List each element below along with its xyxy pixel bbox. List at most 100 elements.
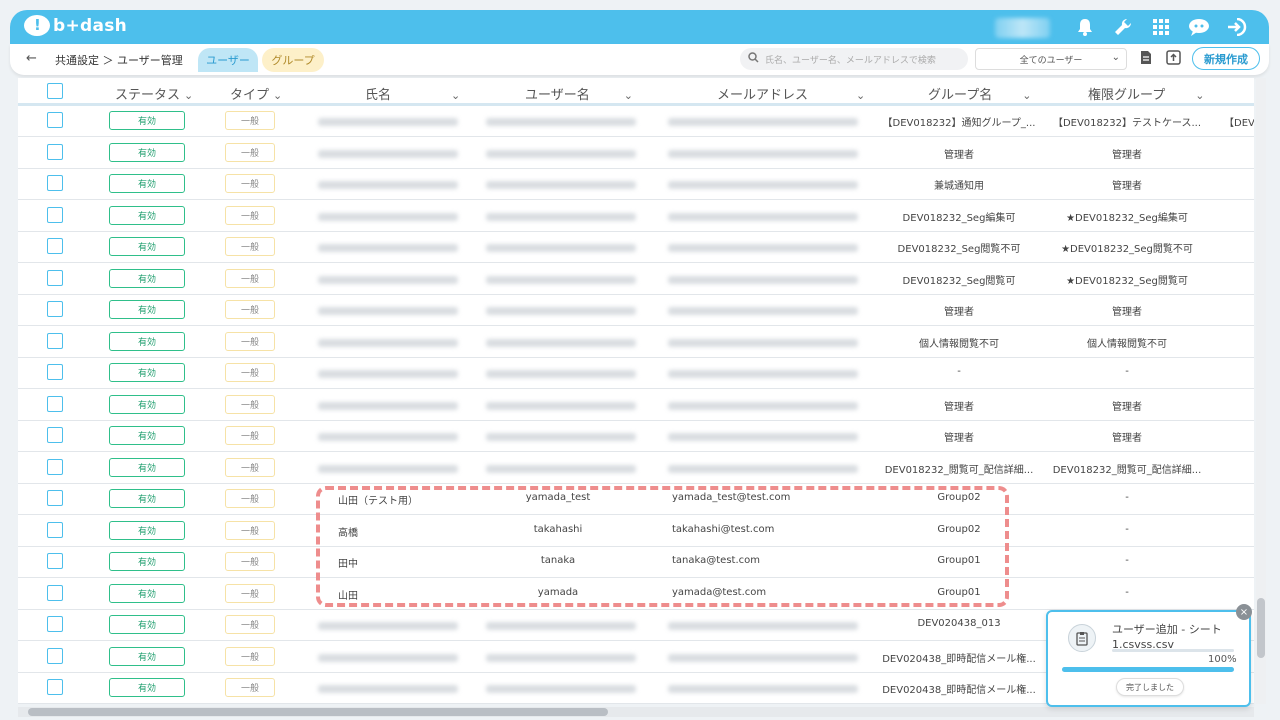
cell-name-blurred [318, 275, 458, 284]
row-checkbox[interactable] [47, 553, 63, 569]
user-filter-select[interactable]: 全てのユーザー ⌄ [975, 48, 1127, 70]
cell-username-blurred [486, 370, 636, 378]
row-checkbox[interactable] [47, 679, 63, 695]
logo-text: b+dash [53, 15, 128, 36]
row-checkbox[interactable] [47, 521, 63, 538]
column-header-email[interactable]: メールアドレス ⌄ [717, 84, 865, 103]
chat-bot-icon[interactable] [1187, 15, 1211, 39]
cell-username-blurred [486, 181, 636, 189]
table-row[interactable]: 有効 一般 管理者 管理者 [18, 421, 1254, 452]
tab-users[interactable]: ユーザー [198, 48, 258, 72]
type-badge: 一般 [225, 174, 275, 193]
app-logo[interactable]: b+dash [24, 15, 127, 36]
row-checkbox[interactable] [47, 301, 63, 317]
bell-icon[interactable] [1073, 15, 1097, 39]
chevron-down-icon: ⌄ [1195, 89, 1205, 102]
cell-permission-group: 管理者 [1112, 149, 1142, 161]
top-icon-group [1073, 15, 1249, 39]
column-header-status[interactable]: ステータス ⌄ [115, 84, 193, 103]
column-label: 権限グループ [1088, 88, 1166, 103]
row-checkbox[interactable] [47, 458, 63, 475]
horizontal-scroll-thumb[interactable] [28, 708, 608, 716]
cell-group: DEV018232_Seg閲覧可 [902, 275, 1016, 287]
cell-username-blurred [486, 275, 636, 284]
cell-permission-group: - [1125, 492, 1129, 503]
cell-email-blurred [668, 433, 858, 441]
column-header-name[interactable]: 氏名 ⌄ [365, 84, 460, 103]
type-badge: 一般 [225, 394, 275, 414]
vertical-scroll-thumb[interactable] [1257, 598, 1265, 658]
table-header: ステータス ⌄ タイプ ⌄ 氏名 ⌄ ユーザー名 ⌄ メールアドレス ⌄ グループ名 ⌄ 権… [18, 78, 1254, 106]
row-checkbox[interactable] [47, 143, 63, 160]
cell-email-blurred [668, 275, 858, 284]
row-checkbox[interactable] [47, 269, 63, 286]
row-checkbox[interactable] [47, 584, 63, 601]
status-badge: 有効 [109, 142, 185, 162]
select-all-checkbox[interactable] [47, 83, 63, 99]
row-checkbox[interactable] [47, 112, 63, 128]
row-checkbox[interactable] [47, 332, 63, 349]
document-icon[interactable] [1140, 50, 1152, 69]
row-checkbox[interactable] [47, 427, 63, 443]
row-checkbox[interactable] [47, 647, 63, 664]
cell-group: 【DEV018232】通知グループ_... [882, 118, 1036, 129]
status-badge: 有効 [109, 457, 185, 477]
row-checkbox[interactable] [47, 364, 63, 380]
column-header-group[interactable]: グループ名 ⌄ [928, 84, 1031, 103]
column-header-type[interactable]: タイプ ⌄ [230, 84, 282, 103]
column-label: ユーザー名 [525, 88, 590, 103]
create-new-button[interactable]: 新規作成 [1192, 47, 1260, 70]
table-row[interactable]: 有効 一般 DEV018232_Seg閲覧不可 ★DEV018232_Seg閲覧不可 [18, 232, 1254, 263]
table-row[interactable]: 有効 一般 個人情報閲覧不可 個人情報閲覧不可 [18, 327, 1254, 358]
horizontal-scrollbar[interactable] [18, 707, 1254, 717]
back-arrow-icon[interactable]: ← [26, 51, 37, 66]
logout-icon[interactable] [1225, 15, 1249, 39]
column-label: メールアドレス [717, 88, 809, 103]
cell-group: DEV018232_閲覧可_配信詳細... [884, 464, 1034, 476]
table-row[interactable]: 有効 一般 DEV018232_Seg編集可 ★DEV018232_Seg編集可 [18, 201, 1254, 232]
cell-username-blurred [486, 149, 636, 158]
search-input[interactable]: 氏名、ユーザー名、メールアドレスで検索 [740, 48, 968, 70]
complete-button[interactable]: 完了しました [1116, 678, 1184, 696]
table-row[interactable]: 有効 一般 DEV018232_Seg閲覧可 ★DEV018232_Seg閲覧可 [18, 264, 1254, 295]
upload-icon[interactable] [1166, 50, 1181, 69]
row-checkbox[interactable] [47, 490, 63, 506]
chevron-down-icon: ⌄ [623, 89, 633, 102]
table-row[interactable]: 有効 一般 - - [18, 358, 1254, 389]
grid-icon[interactable] [1149, 15, 1173, 39]
type-badge: 一般 [225, 646, 275, 666]
status-badge: 有効 [109, 237, 185, 256]
cell-email-blurred [668, 307, 858, 315]
table-row[interactable]: 有効 一般 【DEV018232】通知グループ_... 【DEV018232】テストケ… [18, 106, 1254, 137]
table-row[interactable]: 有効 一般 兼城通知用 管理者 [18, 169, 1254, 200]
row-checkbox[interactable] [47, 395, 63, 412]
row-checkbox[interactable] [47, 238, 63, 254]
close-icon[interactable]: × [1236, 604, 1252, 620]
cell-permission-group: - [1125, 586, 1129, 598]
cell-permission-group: ★DEV018232_Seg閲覧不可 [1061, 244, 1193, 255]
row-checkbox[interactable] [47, 206, 63, 223]
cell-username-blurred [486, 433, 636, 441]
cell-group: 管理者 [944, 433, 974, 444]
table-row[interactable]: 有効 一般 管理者 管理者 [18, 390, 1254, 421]
cell-username-blurred [486, 685, 636, 693]
wrench-icon[interactable] [1111, 15, 1135, 39]
status-badge: 有効 [109, 268, 185, 288]
chevron-down-icon: ⌄ [1111, 52, 1120, 63]
user-name-blurred[interactable] [995, 18, 1050, 38]
status-badge: 有効 [109, 646, 185, 666]
chevron-down-icon: ⌄ [856, 89, 866, 102]
column-header-permission-group[interactable]: 権限グループ ⌄ [1088, 84, 1204, 103]
row-checkbox[interactable] [47, 616, 63, 632]
table-row[interactable]: 有効 一般 管理者 管理者 [18, 138, 1254, 169]
column-header-username[interactable]: ユーザー名 ⌄ [525, 84, 633, 103]
tab-groups[interactable]: グループ [262, 48, 324, 72]
type-badge: 一般 [225, 426, 275, 445]
status-badge: 有効 [109, 174, 185, 193]
type-badge: 一般 [225, 489, 275, 508]
table-row[interactable]: 有効 一般 管理者 管理者 [18, 295, 1254, 326]
type-badge: 一般 [225, 205, 275, 225]
table-row[interactable]: 有効 一般 DEV018232_閲覧可_配信詳細... DEV018232_閲覧可_配… [18, 453, 1254, 484]
row-checkbox[interactable] [47, 175, 63, 191]
vertical-scrollbar[interactable] [1256, 78, 1266, 704]
